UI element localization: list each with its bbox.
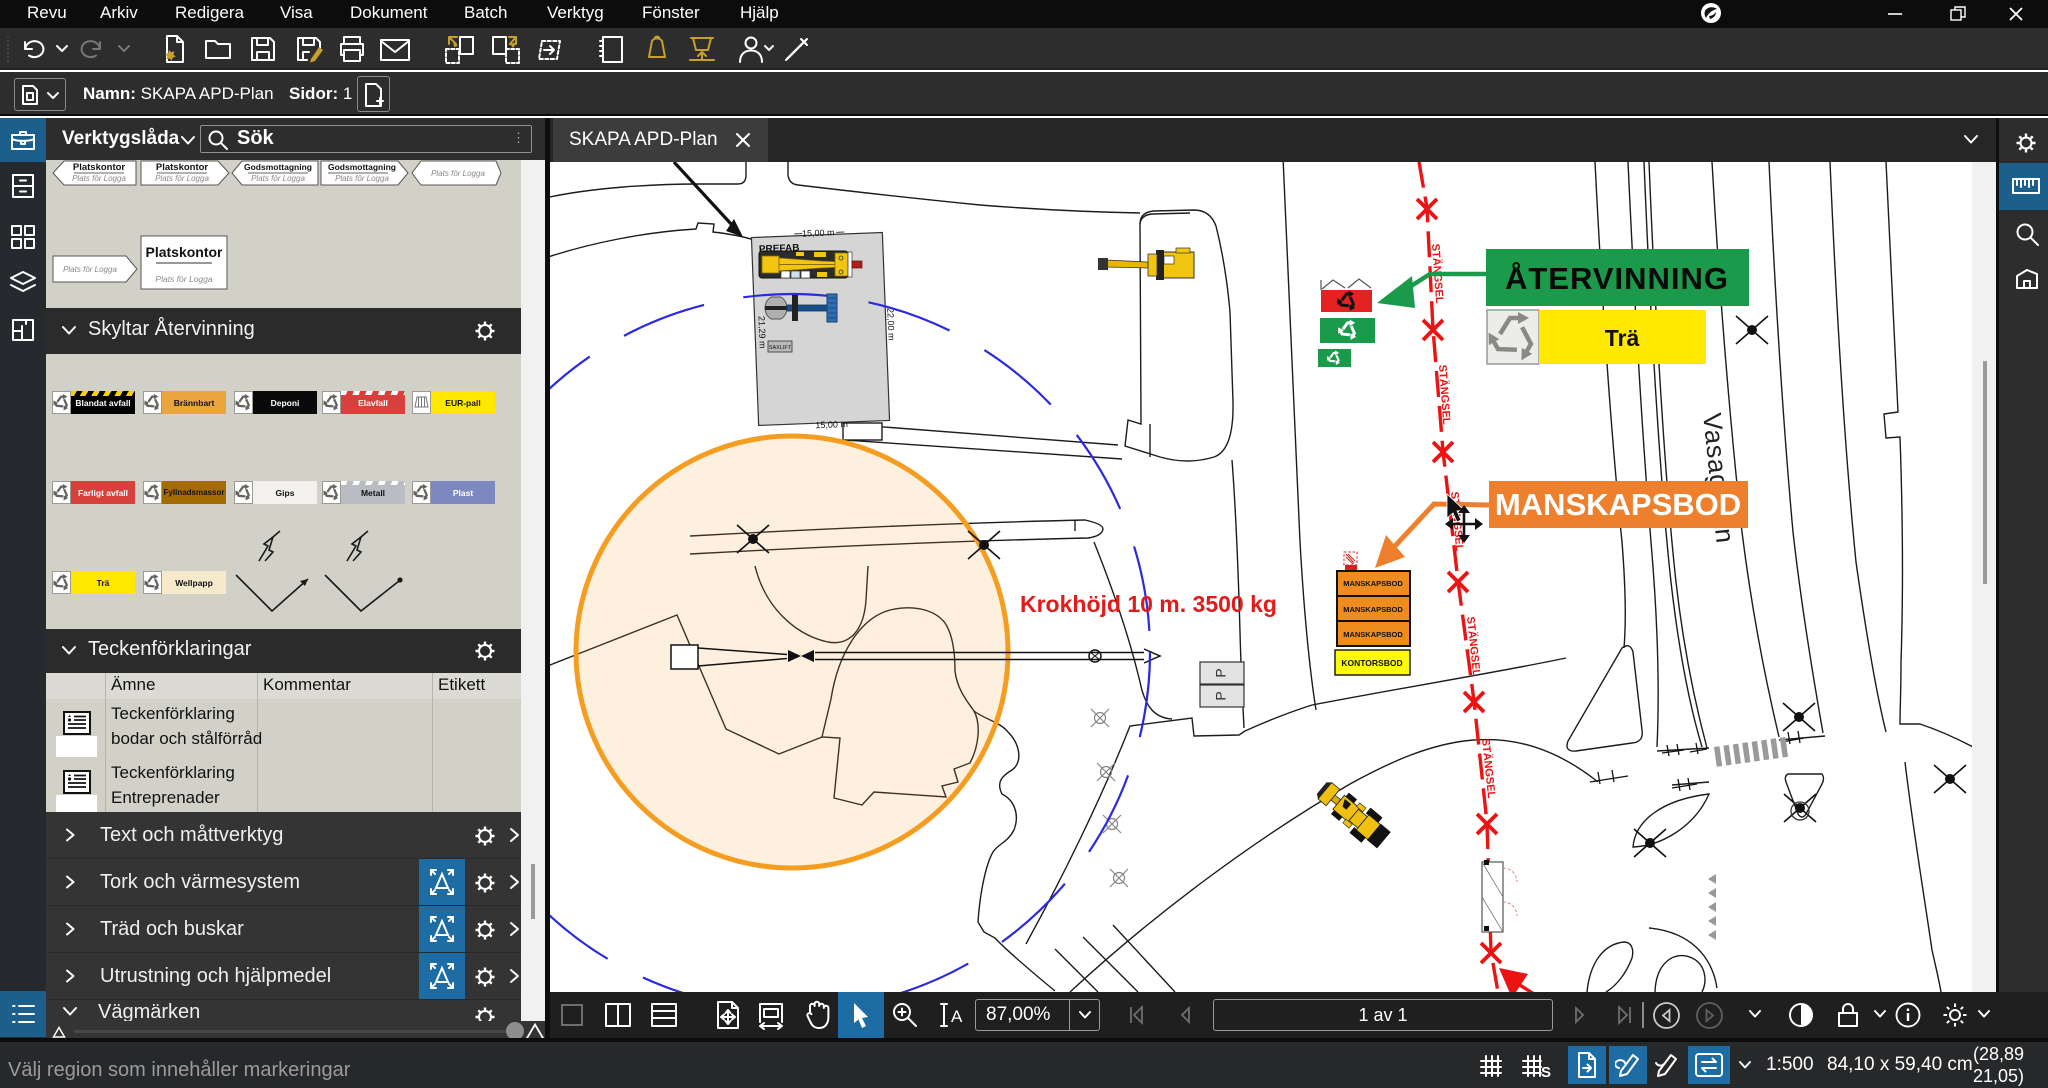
svg-text:Godsmottagning: Godsmottagning — [244, 162, 312, 172]
svg-text:Krokhöjd 10 m. 3500 kg: Krokhöjd 10 m. 3500 kg — [1020, 591, 1277, 617]
svg-text:Plats för Logga: Plats för Logga — [251, 174, 305, 183]
svg-text:Platskontor: Platskontor — [156, 162, 209, 173]
svg-text:MANSKAPSBOD: MANSKAPSBOD — [1343, 630, 1403, 639]
svg-text:Plats för Logga: Plats för Logga — [63, 265, 117, 274]
svg-text:ÅTERVINNING: ÅTERVINNING — [1505, 261, 1729, 296]
svg-text:MANSKAPSBOD: MANSKAPSBOD — [1343, 605, 1403, 614]
svg-text:15,00 m: 15,00 m — [815, 419, 848, 430]
svg-text:SAXLIFT: SAXLIFT — [769, 345, 792, 351]
svg-text:S: S — [1541, 1064, 1551, 1081]
svg-text:STÄNGSEL: STÄNGSEL — [1464, 616, 1483, 677]
svg-text:Plats för Logga: Plats för Logga — [155, 274, 212, 284]
svg-text:Platskontor: Platskontor — [145, 244, 223, 260]
svg-text:P: P — [1213, 691, 1229, 700]
svg-text:22,00 m: 22,00 m — [885, 308, 896, 341]
svg-text:Godsmottagning: Godsmottagning — [328, 162, 396, 172]
svg-text:15,00 m: 15,00 m — [802, 227, 835, 238]
svg-text:Plats för Logga: Plats för Logga — [72, 174, 126, 183]
svg-text:Plats för Logga: Plats för Logga — [431, 169, 485, 178]
svg-text:Trä: Trä — [1605, 325, 1640, 351]
svg-text:MANSKAPSBOD: MANSKAPSBOD — [1495, 487, 1741, 522]
svg-text:A: A — [951, 1007, 963, 1026]
svg-text:Plats för Logga: Plats för Logga — [155, 174, 209, 183]
svg-text:P: P — [1213, 668, 1229, 677]
svg-text:Platskontor: Platskontor — [73, 162, 126, 173]
svg-text:MANSKAPSBOD: MANSKAPSBOD — [1343, 579, 1403, 588]
svg-text:KONTORSBOD: KONTORSBOD — [1341, 658, 1402, 668]
svg-text:Plats för Logga: Plats för Logga — [335, 174, 389, 183]
svg-text:21,29 m: 21,29 m — [756, 316, 767, 349]
